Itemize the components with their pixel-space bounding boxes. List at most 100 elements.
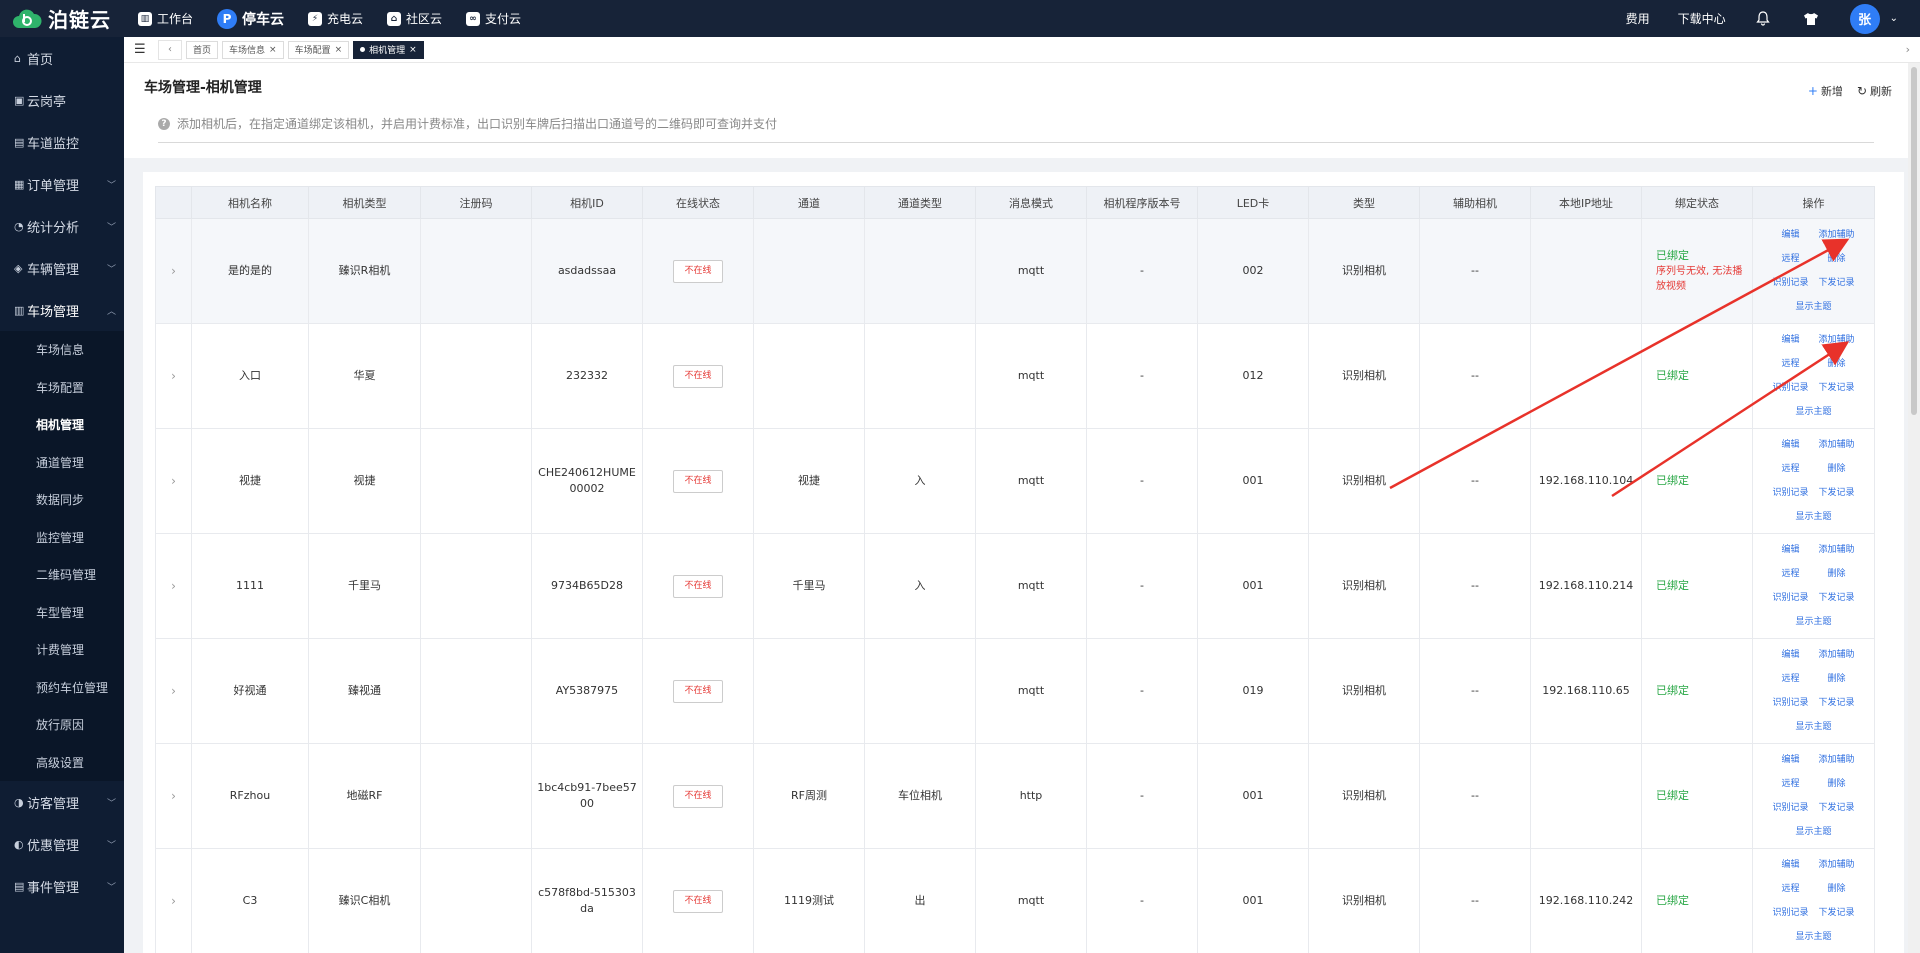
sidebar-group[interactable]: ⌂ 首页 xyxy=(0,37,124,79)
recognize-log-link[interactable]: 识别记录 xyxy=(1772,380,1808,396)
sidebar-group[interactable]: ▤ 事件管理 ﹀ xyxy=(0,865,124,907)
add-aux-link[interactable]: 添加辅助 xyxy=(1819,857,1855,873)
tab-1[interactable]: 车场信息 × xyxy=(222,40,284,59)
sidebar-sub-item[interactable]: 车场配置 xyxy=(0,369,124,407)
top-nav-item[interactable]: ∞ 支付云 xyxy=(466,10,521,27)
sidebar-group[interactable]: ▣ 云岗亭 xyxy=(0,79,124,121)
issue-log-link[interactable]: 下发记录 xyxy=(1819,905,1855,921)
status-badge[interactable]: 不在线 xyxy=(673,889,723,913)
tab-3[interactable]: 相机管理 × xyxy=(353,40,424,59)
show-topic-link[interactable]: 显示主题 xyxy=(1772,719,1854,735)
close-icon[interactable]: × xyxy=(269,45,277,55)
edit-link[interactable]: 编辑 xyxy=(1772,542,1808,558)
show-topic-link[interactable]: 显示主题 xyxy=(1772,299,1854,315)
recognize-log-link[interactable]: 识别记录 xyxy=(1772,275,1808,291)
delete-link[interactable]: 删除 xyxy=(1819,251,1855,267)
remote-link[interactable]: 远程 xyxy=(1772,566,1808,582)
fee-link[interactable]: 费用 xyxy=(1626,10,1650,27)
top-nav-item[interactable]: P 停车云 xyxy=(217,8,284,29)
add-aux-link[interactable]: 添加辅助 xyxy=(1819,542,1855,558)
issue-log-link[interactable]: 下发记录 xyxy=(1819,590,1855,606)
remote-link[interactable]: 远程 xyxy=(1772,356,1808,372)
issue-log-link[interactable]: 下发记录 xyxy=(1819,695,1855,711)
show-topic-link[interactable]: 显示主题 xyxy=(1772,824,1854,840)
show-topic-link[interactable]: 显示主题 xyxy=(1772,929,1854,945)
status-badge[interactable]: 不在线 xyxy=(673,784,723,808)
sidebar-sub-item[interactable]: 相机管理 xyxy=(0,406,124,444)
logo[interactable]: 泊链云 xyxy=(0,0,124,37)
sidebar-sub-item[interactable]: 数据同步 xyxy=(0,481,124,519)
chevron-right-icon[interactable]: › xyxy=(171,789,176,803)
issue-log-link[interactable]: 下发记录 xyxy=(1819,485,1855,501)
status-badge[interactable]: 不在线 xyxy=(673,259,723,283)
recognize-log-link[interactable]: 识别记录 xyxy=(1772,695,1808,711)
remote-link[interactable]: 远程 xyxy=(1772,251,1808,267)
download-center-link[interactable]: 下载中心 xyxy=(1678,10,1726,27)
add-aux-link[interactable]: 添加辅助 xyxy=(1819,437,1855,453)
delete-link[interactable]: 删除 xyxy=(1819,881,1855,897)
close-icon[interactable]: × xyxy=(335,45,343,55)
chevron-right-icon[interactable]: › xyxy=(171,684,176,698)
sidebar-sub-item[interactable]: 预约车位管理 xyxy=(0,669,124,707)
issue-log-link[interactable]: 下发记录 xyxy=(1819,800,1855,816)
status-badge[interactable]: 不在线 xyxy=(673,679,723,703)
sidebar-group[interactable]: ◐ 优惠管理 ﹀ xyxy=(0,823,124,865)
status-badge[interactable]: 不在线 xyxy=(673,469,723,493)
issue-log-link[interactable]: 下发记录 xyxy=(1819,380,1855,396)
tab-0[interactable]: 首页 xyxy=(186,40,219,59)
sidebar-group[interactable]: ◑ 访客管理 ﹀ xyxy=(0,781,124,823)
remote-link[interactable]: 远程 xyxy=(1772,776,1808,792)
add-aux-link[interactable]: 添加辅助 xyxy=(1819,752,1855,768)
sidebar-group[interactable]: ◈ 车辆管理 ﹀ xyxy=(0,247,124,289)
chevron-right-icon[interactable]: › xyxy=(171,474,176,488)
sidebar-group[interactable]: ▦ 订单管理 ﹀ xyxy=(0,163,124,205)
edit-link[interactable]: 编辑 xyxy=(1772,752,1808,768)
chevron-right-icon[interactable]: › xyxy=(171,894,176,908)
sidebar-sub-item[interactable]: 通道管理 xyxy=(0,444,124,482)
edit-link[interactable]: 编辑 xyxy=(1772,857,1808,873)
sidebar-group[interactable]: ▤ 车道监控 xyxy=(0,121,124,163)
add-aux-link[interactable]: 添加辅助 xyxy=(1819,332,1855,348)
sidebar-sub-item[interactable]: 监控管理 xyxy=(0,519,124,557)
recognize-log-link[interactable]: 识别记录 xyxy=(1772,590,1808,606)
chevron-down-icon[interactable]: ⌄ xyxy=(1890,13,1898,24)
sidebar-group[interactable]: ▥ 车场管理 ︿ xyxy=(0,289,124,331)
chevron-right-icon[interactable]: › xyxy=(171,264,176,278)
sidebar-sub-item[interactable]: 二维码管理 xyxy=(0,556,124,594)
status-badge[interactable]: 不在线 xyxy=(673,574,723,598)
sidebar-sub-item[interactable]: 车场信息 xyxy=(0,331,124,369)
recognize-log-link[interactable]: 识别记录 xyxy=(1772,800,1808,816)
delete-link[interactable]: 删除 xyxy=(1819,461,1855,477)
remote-link[interactable]: 远程 xyxy=(1772,461,1808,477)
chevron-left-icon[interactable]: ‹ xyxy=(158,39,182,60)
sidebar-sub-item[interactable]: 放行原因 xyxy=(0,706,124,744)
add-aux-link[interactable]: 添加辅助 xyxy=(1819,227,1855,243)
status-badge[interactable]: 不在线 xyxy=(673,364,723,388)
avatar[interactable]: 张 xyxy=(1849,3,1880,34)
delete-link[interactable]: 删除 xyxy=(1819,671,1855,687)
bell-icon[interactable] xyxy=(1754,10,1772,28)
page-scrollbar[interactable] xyxy=(1908,63,1920,953)
delete-link[interactable]: 删除 xyxy=(1819,566,1855,582)
add-button[interactable]: + 新增 xyxy=(1808,83,1843,99)
sidebar-sub-item[interactable]: 高级设置 xyxy=(0,744,124,782)
remote-link[interactable]: 远程 xyxy=(1772,881,1808,897)
scroll-thumb[interactable] xyxy=(1911,67,1917,415)
show-topic-link[interactable]: 显示主题 xyxy=(1772,614,1854,630)
sidebar-group[interactable]: ◔ 统计分析 ﹀ xyxy=(0,205,124,247)
top-nav-item[interactable]: ⌂ 社区云 xyxy=(387,10,442,27)
edit-link[interactable]: 编辑 xyxy=(1772,437,1808,453)
chevron-right-icon[interactable]: › xyxy=(1906,43,1910,56)
show-topic-link[interactable]: 显示主题 xyxy=(1772,509,1854,525)
close-icon[interactable]: × xyxy=(409,45,417,55)
top-nav-item[interactable]: ⚡ 充电云 xyxy=(308,10,363,27)
recognize-log-link[interactable]: 识别记录 xyxy=(1772,485,1808,501)
shirt-icon[interactable] xyxy=(1802,10,1820,28)
chevron-right-icon[interactable]: › xyxy=(171,579,176,593)
edit-link[interactable]: 编辑 xyxy=(1772,227,1808,243)
top-nav-item[interactable]: ▥ 工作台 xyxy=(138,10,193,27)
delete-link[interactable]: 删除 xyxy=(1819,776,1855,792)
refresh-button[interactable]: ↻ 刷新 xyxy=(1857,83,1892,99)
chevron-right-icon[interactable]: › xyxy=(171,369,176,383)
sidebar-sub-item[interactable]: 车型管理 xyxy=(0,594,124,632)
